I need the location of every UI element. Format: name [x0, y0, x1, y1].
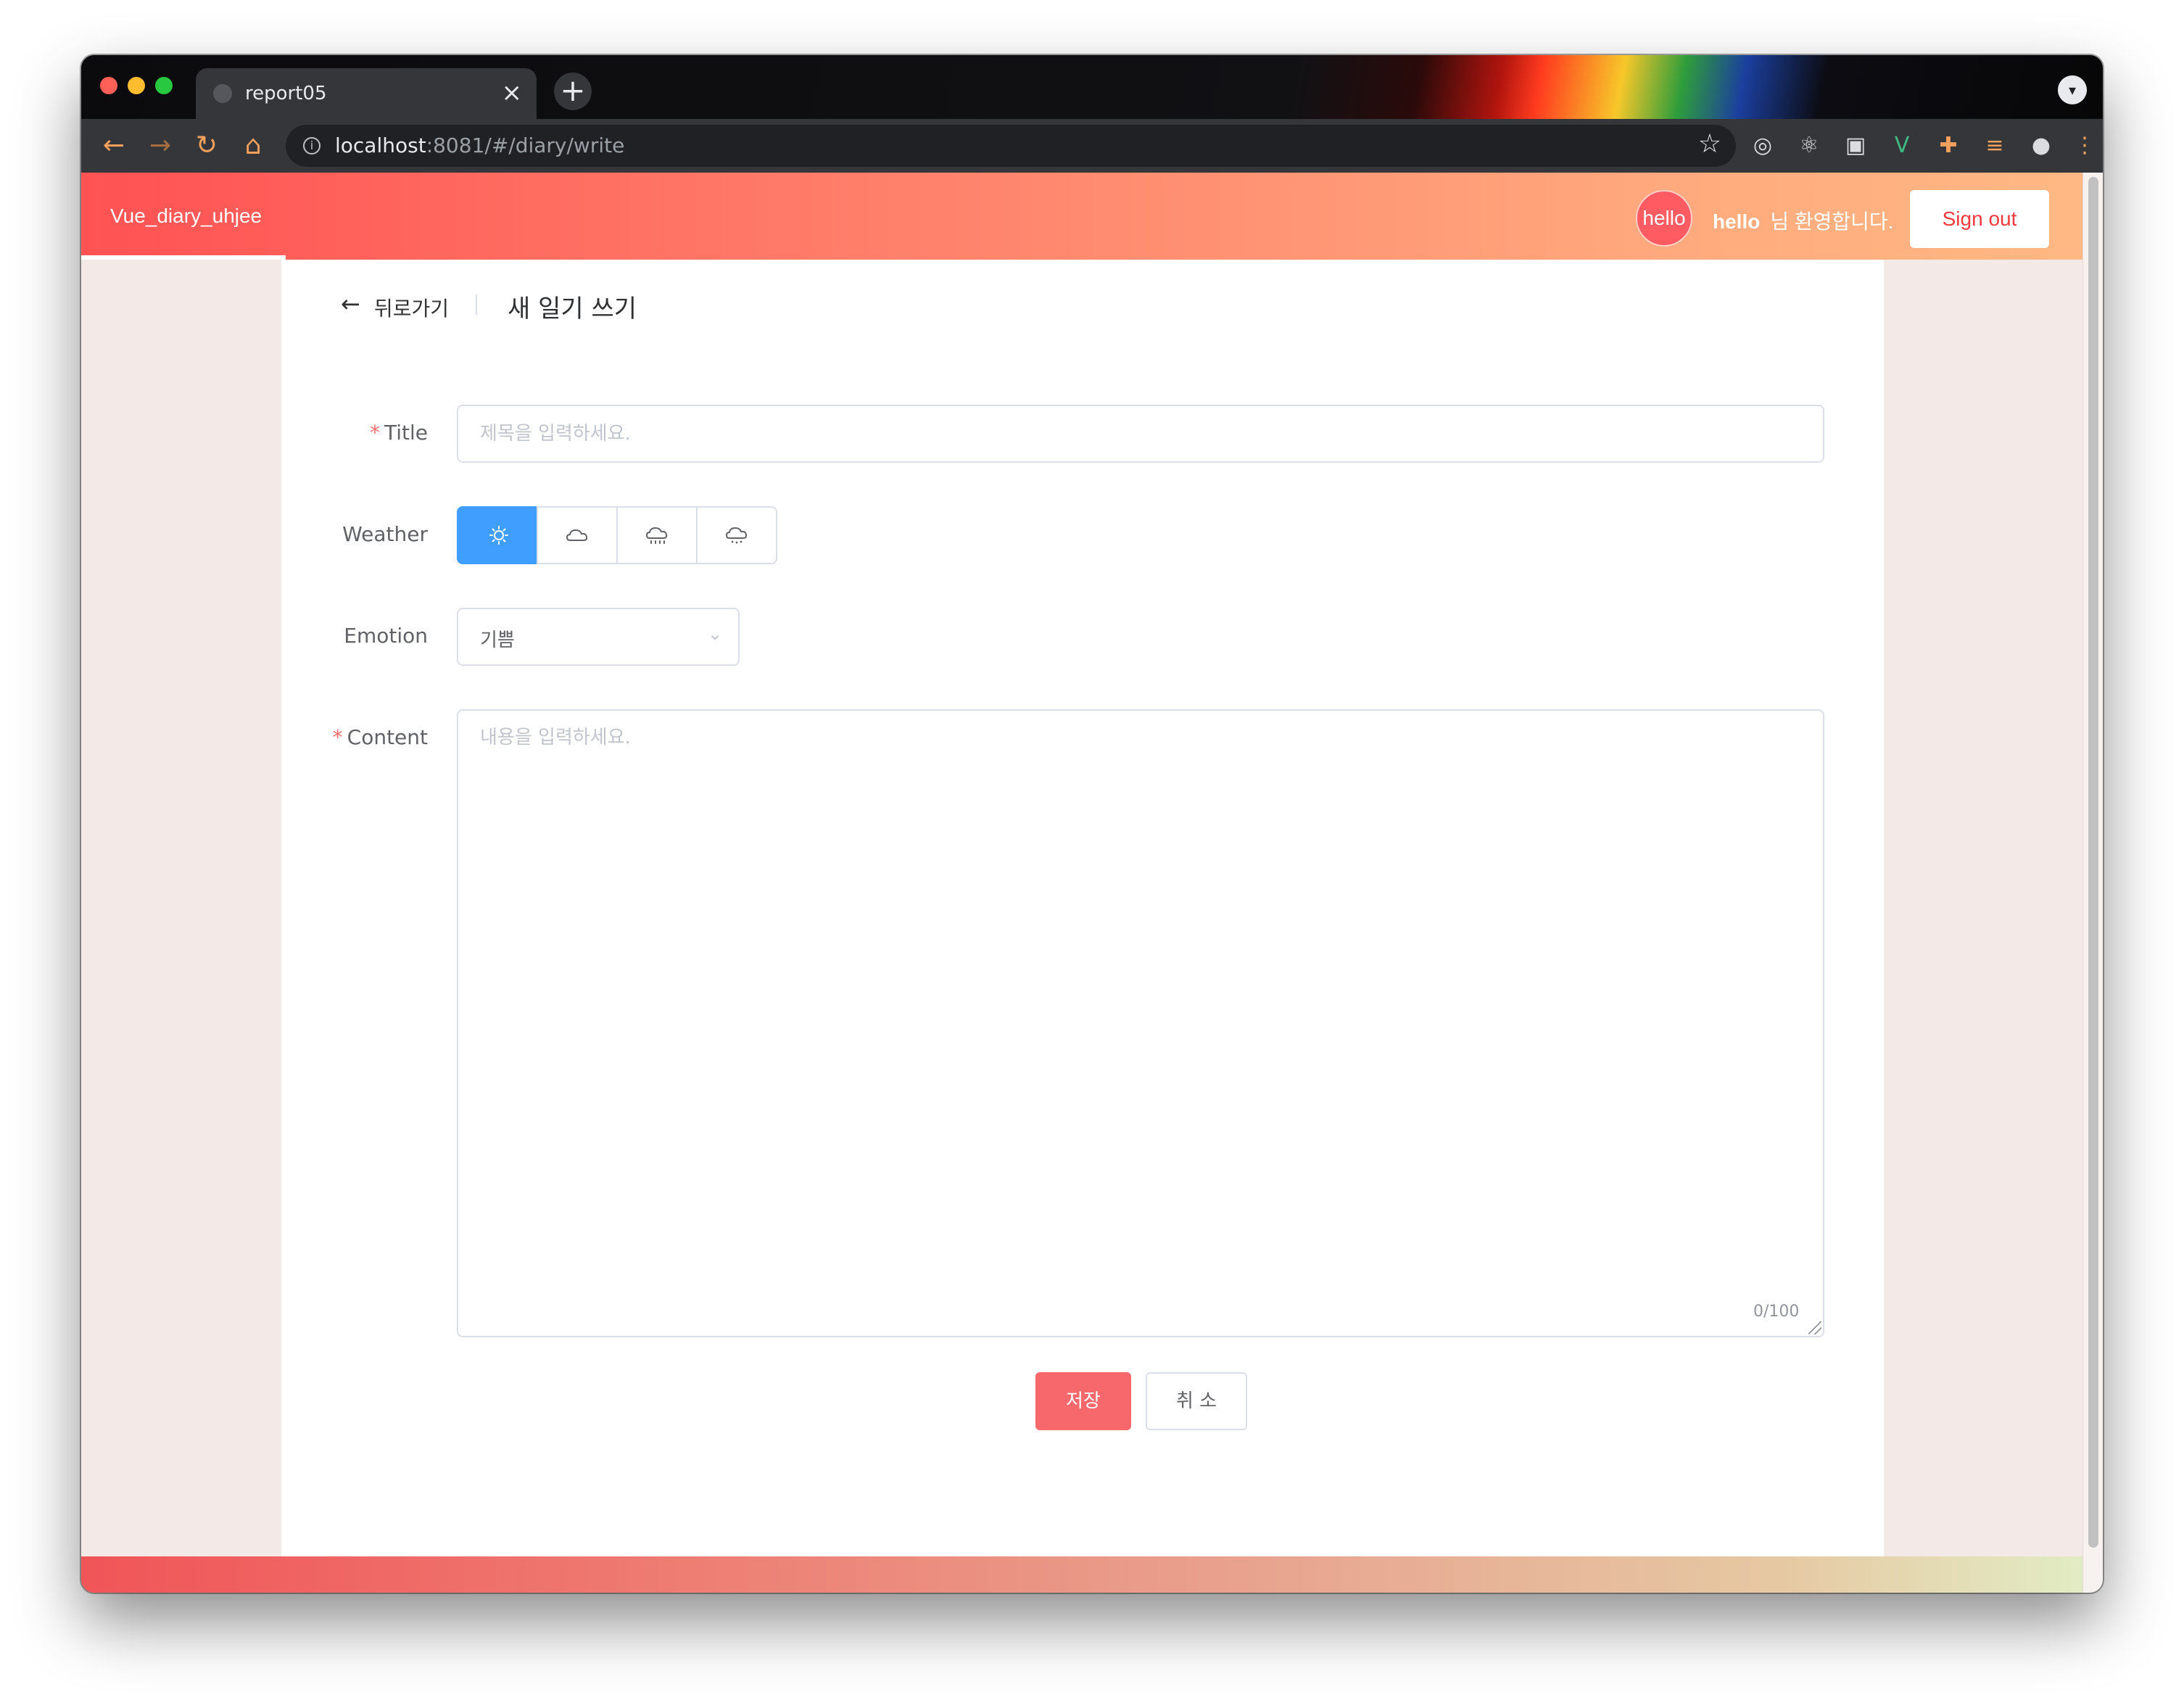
weather-cloudy-button[interactable]: [537, 506, 618, 564]
active-nav-underline: [81, 255, 286, 260]
char-counter: 0/100: [1753, 1303, 1800, 1321]
minimize-window-button[interactable]: [128, 77, 145, 94]
resize-handle-icon[interactable]: [1808, 1321, 1821, 1334]
weather-label: Weather: [342, 522, 428, 546]
arrow-left-icon[interactable]: ←: [341, 290, 360, 318]
browser-titlebar: report05 × + ▾: [81, 55, 2103, 119]
weather-snowy-button[interactable]: [696, 506, 777, 564]
content-label: * Content: [332, 725, 428, 749]
profile-avatar-icon[interactable]: ●: [2026, 131, 2056, 161]
close-window-button[interactable]: [100, 77, 117, 94]
reading-list-icon[interactable]: ≡: [1980, 131, 2010, 161]
header-divider: [476, 294, 477, 315]
tab-search-icon[interactable]: ▾: [2058, 75, 2087, 104]
avatar: hello: [1636, 190, 1692, 247]
cloud-snow-icon: [725, 527, 748, 544]
back-nav-icon[interactable]: ←: [96, 128, 132, 164]
forward-nav-icon[interactable]: →: [142, 128, 178, 164]
extension-square-icon[interactable]: ▣: [1840, 131, 1871, 161]
emotion-select[interactable]: 기쁨 ⌄: [457, 608, 740, 666]
page-viewport: Vue_diary_uhjee hello hello 님 환영합니다. Sign…: [81, 173, 2103, 1593]
content-textarea[interactable]: [457, 709, 1824, 1337]
diary-write-card: ← 뒤로가기 새 일기 쓰기 *Title Weather: [281, 260, 1884, 1556]
back-link[interactable]: 뒤로가기: [374, 293, 449, 322]
browser-window: report05 × + ▾ ← → ↻ ⌂ i localhost:8081/…: [81, 55, 2103, 1593]
save-button[interactable]: 저장: [1035, 1372, 1131, 1430]
globe-icon: [213, 84, 232, 103]
welcome-suffix: 님 환영합니다.: [1770, 210, 1894, 233]
sign-out-button[interactable]: Sign out: [1910, 190, 2049, 248]
cloud-icon: [566, 529, 588, 541]
page-scrollbar[interactable]: [2082, 173, 2103, 1593]
puzzle-extensions-icon[interactable]: ✚: [1933, 131, 1964, 161]
app-header: Vue_diary_uhjee hello hello 님 환영합니다. Sign…: [81, 173, 2082, 260]
new-tab-button[interactable]: +: [554, 73, 592, 110]
home-icon[interactable]: ⌂: [235, 128, 271, 164]
scrollbar-thumb[interactable]: [2088, 177, 2098, 1548]
tab-title: report05: [245, 83, 327, 104]
page-title: 새 일기 쓰기: [508, 294, 637, 323]
tab-close-button[interactable]: ×: [502, 78, 523, 107]
info-icon[interactable]: i: [303, 137, 320, 154]
bookmark-star-icon[interactable]: ☆: [1698, 129, 1721, 159]
brand-link[interactable]: Vue_diary_uhjee: [110, 205, 262, 228]
browser-tab[interactable]: report05 ×: [196, 68, 537, 119]
chevron-down-icon: ⌄: [707, 624, 722, 644]
url-text[interactable]: localhost:8081/#/diary/write: [335, 133, 624, 157]
browser-menu-icon[interactable]: ⋮: [2069, 131, 2100, 161]
reload-icon[interactable]: ↻: [189, 128, 225, 164]
username: hello: [1713, 210, 1761, 233]
vue-devtools-icon[interactable]: V: [1887, 131, 1917, 161]
welcome-message: hello 님 환영합니다.: [1713, 206, 1893, 235]
sun-icon: [489, 526, 508, 545]
browser-toolbar: ← → ↻ ⌂ i localhost:8081/#/diary/write ☆…: [81, 119, 2103, 173]
cancel-button[interactable]: 취 소: [1146, 1372, 1247, 1430]
app-footer: [81, 1556, 2082, 1593]
emotion-selected-value: 기쁨: [480, 630, 515, 651]
required-mark: *: [369, 421, 380, 445]
address-bar[interactable]: i localhost:8081/#/diary/write ☆: [286, 125, 1736, 167]
extension-ring-icon[interactable]: ◎: [1747, 131, 1778, 161]
react-devtools-icon[interactable]: ⚛: [1794, 131, 1824, 161]
required-mark: *: [332, 725, 343, 749]
emotion-label: Emotion: [344, 624, 428, 648]
weather-rainy-button[interactable]: [616, 506, 698, 564]
title-label: * Title: [369, 421, 428, 445]
title-input[interactable]: [457, 405, 1824, 463]
maximize-window-button[interactable]: [155, 77, 173, 94]
cloud-rain-icon: [645, 527, 668, 544]
weather-sunny-button[interactable]: [457, 506, 538, 564]
